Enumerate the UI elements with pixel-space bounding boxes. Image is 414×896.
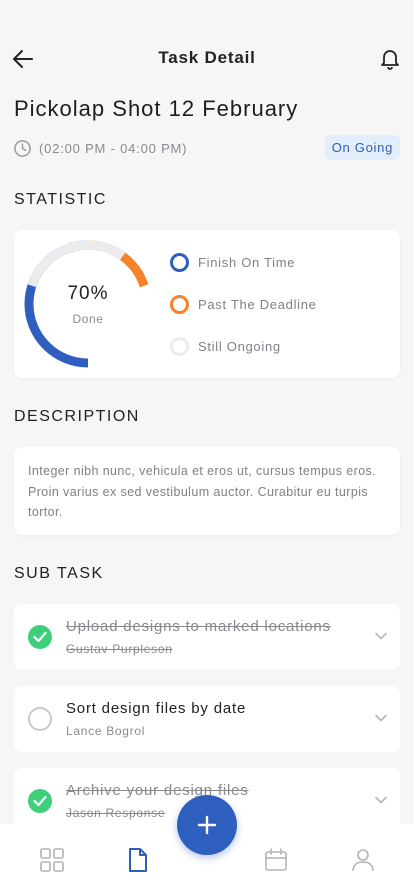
checkbox-checked[interactable] [28, 625, 52, 649]
calendar-icon[interactable] [263, 847, 289, 873]
legend-label: Still Ongoing [198, 338, 281, 354]
profile-icon[interactable] [350, 847, 376, 873]
description-card: Integer nibh nunc, vehicula et eros ut, … [14, 447, 400, 535]
legend-label: Finish On Time [198, 254, 296, 270]
subtask-title: Upload designs to marked locations [66, 618, 331, 635]
checkbox-unchecked[interactable] [28, 707, 52, 731]
progress-label: Done [72, 312, 104, 326]
subtask-title: Sort design files by date [66, 700, 247, 717]
check-icon [33, 795, 47, 807]
description-text: Integer nibh nunc, vehicula et eros ut, … [28, 464, 377, 519]
dashboard-icon[interactable] [39, 847, 65, 873]
task-title: Pickolap Shot 12 February [14, 96, 299, 121]
subtask-item[interactable]: Upload designs to marked locations Gusta… [14, 604, 400, 670]
statistic-legend: Finish On Time Past The Deadline Still O… [170, 252, 317, 378]
add-task-button[interactable] [177, 795, 237, 855]
header: Task Detail [0, 40, 414, 76]
legend-item-on-time: Finish On Time [170, 252, 317, 272]
clock-icon [14, 139, 31, 157]
ring-icon [170, 336, 189, 356]
bell-icon [381, 50, 399, 70]
legend-item-past-deadline: Past The Deadline [170, 294, 317, 314]
task-time: (02:00 PM - 04:00 PM) [39, 140, 188, 156]
chevron-down-icon[interactable] [374, 711, 388, 725]
subtask-assignee: Jason Response [66, 806, 166, 820]
chevron-down-icon[interactable] [374, 793, 388, 807]
statistic-card: 70% Done Finish On Time Past The Deadlin… [14, 230, 400, 378]
check-icon [33, 631, 47, 643]
progress-percent: 70% [67, 283, 109, 304]
subtask-heading: SUB TASK [14, 565, 104, 582]
subtask-item[interactable]: Sort design files by date Lance Bogrol [14, 686, 400, 752]
description-heading: DESCRIPTION [14, 408, 140, 425]
legend-label: Past The Deadline [198, 296, 317, 312]
legend-item-ongoing: Still Ongoing [170, 336, 317, 356]
subtask-assignee: Gustav Purpleson [66, 642, 173, 656]
checkbox-checked[interactable] [28, 789, 52, 813]
notification-button[interactable] [378, 46, 402, 70]
task-time-row: (02:00 PM - 04:00 PM) [13, 138, 187, 158]
ring-icon [170, 294, 189, 314]
page-title: Task Detail [158, 48, 256, 67]
subtask-assignee: Lance Bogrol [66, 724, 146, 738]
ring-icon [170, 252, 189, 272]
statistic-heading: STATISTIC [14, 191, 107, 208]
chevron-down-icon[interactable] [374, 629, 388, 643]
status-badge: On Going [324, 135, 400, 160]
document-icon[interactable] [125, 847, 151, 873]
plus-icon [197, 815, 217, 835]
